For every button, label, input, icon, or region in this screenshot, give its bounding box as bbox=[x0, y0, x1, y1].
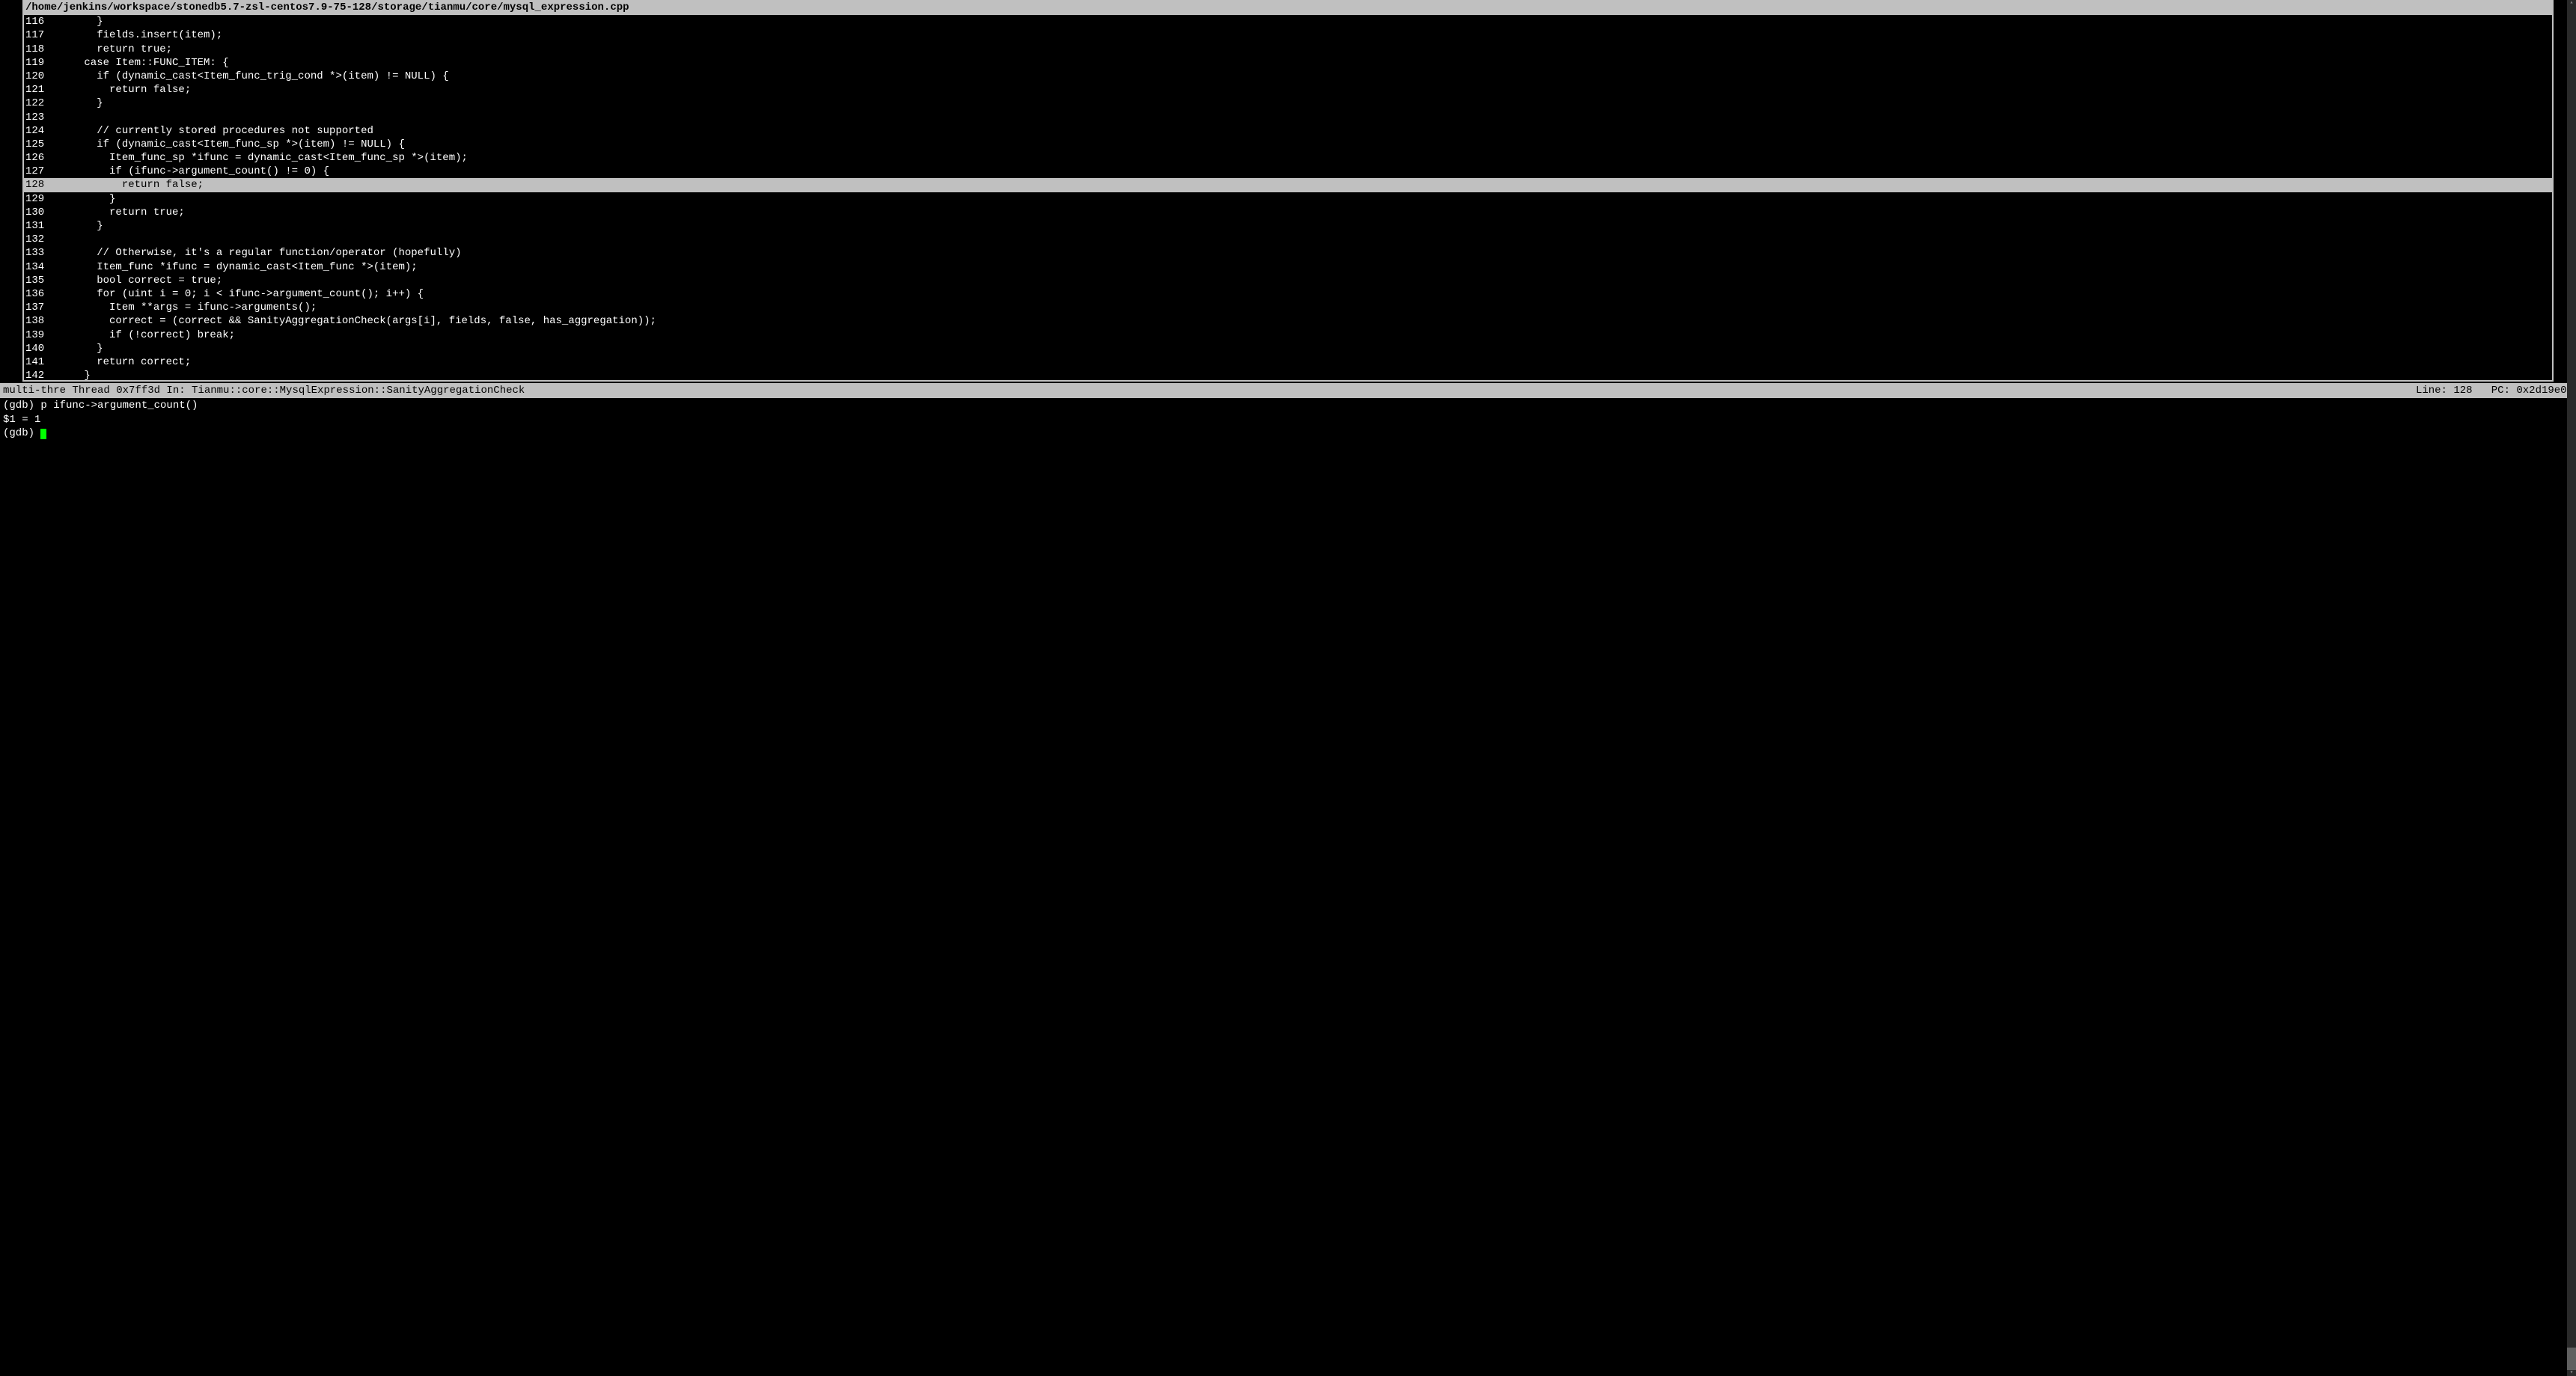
vertical-scrollbar[interactable]: ▴ ▾ bbox=[2567, 0, 2576, 1376]
code-text: // Otherwise, it's a regular function/op… bbox=[46, 246, 462, 260]
code-text: if (ifunc->argument_count() != 0) { bbox=[46, 165, 329, 178]
source-line: 123 bbox=[24, 111, 2552, 124]
scrollbar-thumb[interactable] bbox=[2567, 1348, 2576, 1370]
code-text: Item_func_sp *ifunc = dynamic_cast<Item_… bbox=[46, 151, 468, 165]
source-line: 117 fields.insert(item); bbox=[24, 28, 2552, 42]
source-line: 134 Item_func *ifunc = dynamic_cast<Item… bbox=[24, 260, 2552, 274]
line-number: 128 bbox=[24, 178, 46, 192]
code-text: if (dynamic_cast<Item_func_sp *>(item) !… bbox=[46, 138, 405, 151]
code-text: return false; bbox=[46, 83, 191, 97]
source-line: 120 if (dynamic_cast<Item_func_trig_cond… bbox=[24, 70, 2552, 83]
code-text: Item_func *ifunc = dynamic_cast<Item_fun… bbox=[46, 260, 418, 274]
console-line: (gdb) bbox=[3, 426, 2573, 440]
source-line: 139 if (!correct) break; bbox=[24, 328, 2552, 342]
status-position: Line: 128 PC: 0x2d19e04 bbox=[2416, 384, 2573, 397]
cursor bbox=[40, 429, 46, 439]
line-number: 120 bbox=[24, 70, 46, 83]
line-number: 131 bbox=[24, 219, 46, 233]
code-text: if (!correct) break; bbox=[46, 328, 235, 342]
source-line: 118 return true; bbox=[24, 43, 2552, 56]
gdb-console[interactable]: (gdb) p ifunc->argument_count()$1 = 1(gd… bbox=[0, 398, 2576, 441]
code-text: } bbox=[46, 219, 103, 233]
code-text: Item **args = ifunc->arguments(); bbox=[46, 301, 317, 314]
line-number: 141 bbox=[24, 355, 46, 369]
code-text: case Item::FUNC_ITEM: { bbox=[46, 56, 229, 70]
line-number: 133 bbox=[24, 246, 46, 260]
code-text: for (uint i = 0; i < ifunc->argument_cou… bbox=[46, 287, 424, 301]
console-line: $1 = 1 bbox=[3, 413, 2573, 426]
source-line: 135 bool correct = true; bbox=[24, 274, 2552, 287]
code-text: // currently stored procedures not suppo… bbox=[46, 124, 373, 138]
line-number: 134 bbox=[24, 260, 46, 274]
source-line: 132 bbox=[24, 233, 2552, 246]
line-number: 126 bbox=[24, 151, 46, 165]
scrollbar-up-arrow[interactable]: ▴ bbox=[2567, 0, 2576, 6]
line-number: 127 bbox=[24, 165, 46, 178]
source-line: 137 Item **args = ifunc->arguments(); bbox=[24, 301, 2552, 314]
code-text: } bbox=[46, 369, 91, 380]
source-window: 116 }117 fields.insert(item);118 return … bbox=[22, 15, 2554, 382]
code-text: } bbox=[46, 342, 103, 355]
code-text: correct = (correct && SanityAggregationC… bbox=[46, 314, 656, 328]
line-number: 123 bbox=[24, 111, 46, 124]
source-line: 142 } bbox=[24, 369, 2552, 380]
code-text: return false; bbox=[46, 178, 204, 192]
code-text: } bbox=[46, 15, 103, 28]
source-line: 131 } bbox=[24, 219, 2552, 233]
source-line: 121 return false; bbox=[24, 83, 2552, 97]
line-number: 135 bbox=[24, 274, 46, 287]
status-context: multi-thre Thread 0x7ff3d In: Tianmu::co… bbox=[3, 384, 525, 397]
source-line: 116 } bbox=[24, 15, 2552, 28]
console-line: (gdb) p ifunc->argument_count() bbox=[3, 399, 2573, 412]
code-text: bool correct = true; bbox=[46, 274, 222, 287]
source-line: 124 // currently stored procedures not s… bbox=[24, 124, 2552, 138]
line-number: 132 bbox=[24, 233, 46, 246]
line-number: 142 bbox=[24, 369, 46, 380]
line-number: 122 bbox=[24, 97, 46, 110]
source-line: 138 correct = (correct && SanityAggregat… bbox=[24, 314, 2552, 328]
source-code-area[interactable]: 116 }117 fields.insert(item);118 return … bbox=[24, 15, 2552, 380]
line-number: 136 bbox=[24, 287, 46, 301]
code-text: } bbox=[46, 192, 115, 206]
source-line: 127 if (ifunc->argument_count() != 0) { bbox=[24, 165, 2552, 178]
line-number: 119 bbox=[24, 56, 46, 70]
source-line: B+>128 return false; bbox=[24, 178, 2552, 192]
line-number: 116 bbox=[24, 15, 46, 28]
line-number: 118 bbox=[24, 43, 46, 56]
line-number: 137 bbox=[24, 301, 46, 314]
code-text: return true; bbox=[46, 206, 185, 219]
code-text: fields.insert(item); bbox=[46, 28, 222, 42]
source-line: 126 Item_func_sp *ifunc = dynamic_cast<I… bbox=[24, 151, 2552, 165]
source-line: 129 } bbox=[24, 192, 2552, 206]
file-path-title: /home/jenkins/workspace/stonedb5.7-zsl-c… bbox=[22, 0, 2554, 15]
source-line: 133 // Otherwise, it's a regular functio… bbox=[24, 246, 2552, 260]
code-text: if (dynamic_cast<Item_func_trig_cond *>(… bbox=[46, 70, 449, 83]
line-number: 125 bbox=[24, 138, 46, 151]
code-text: return correct; bbox=[46, 355, 191, 369]
line-number: 139 bbox=[24, 328, 46, 342]
line-number: 124 bbox=[24, 124, 46, 138]
source-line: 122 } bbox=[24, 97, 2552, 110]
source-line: 136 for (uint i = 0; i < ifunc->argument… bbox=[24, 287, 2552, 301]
source-line: 125 if (dynamic_cast<Item_func_sp *>(ite… bbox=[24, 138, 2552, 151]
line-number: 130 bbox=[24, 206, 46, 219]
code-text: } bbox=[46, 97, 103, 110]
scrollbar-down-arrow[interactable]: ▾ bbox=[2567, 1370, 2576, 1376]
source-line: 130 return true; bbox=[24, 206, 2552, 219]
line-number: 121 bbox=[24, 83, 46, 97]
source-line: 141 return correct; bbox=[24, 355, 2552, 369]
line-number: 117 bbox=[24, 28, 46, 42]
source-line: 140 } bbox=[24, 342, 2552, 355]
line-number: 138 bbox=[24, 314, 46, 328]
code-text: return true; bbox=[46, 43, 172, 56]
status-bar: multi-thre Thread 0x7ff3d In: Tianmu::co… bbox=[0, 383, 2576, 398]
source-line: 119 case Item::FUNC_ITEM: { bbox=[24, 56, 2552, 70]
line-number: 140 bbox=[24, 342, 46, 355]
line-number: 129 bbox=[24, 192, 46, 206]
